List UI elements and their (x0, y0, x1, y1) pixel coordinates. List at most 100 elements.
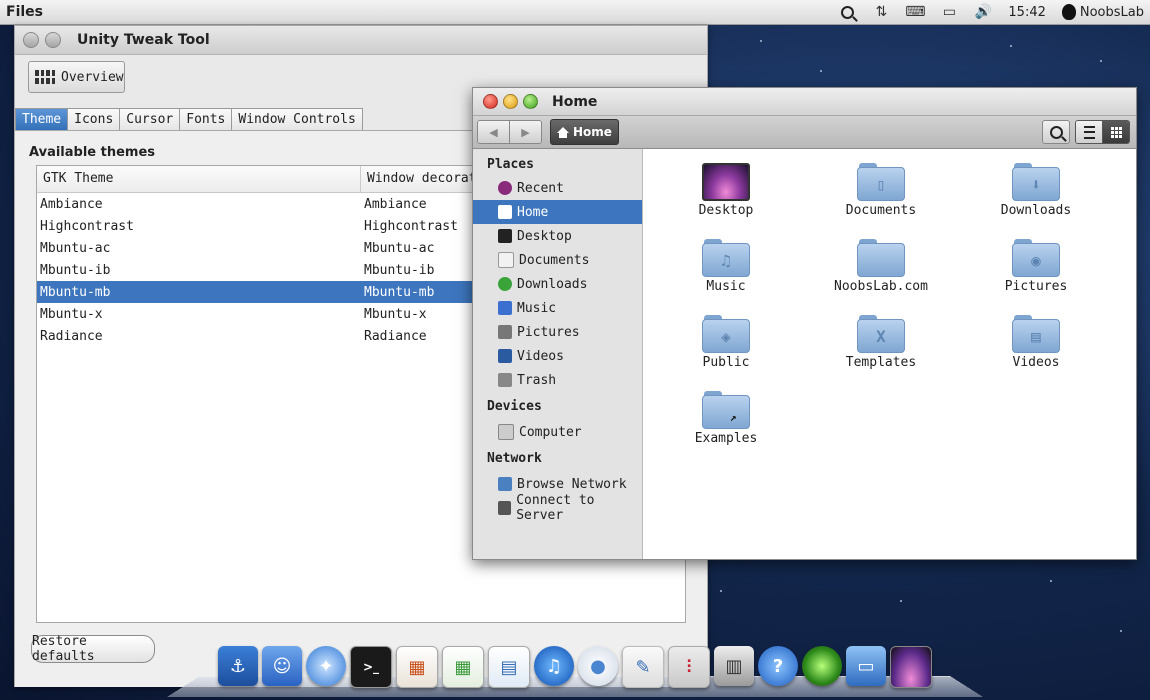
apple-icon (1061, 4, 1076, 20)
finder-window-icon[interactable]: ▭ (846, 646, 886, 686)
sidebar-item-pictures[interactable]: Pictures (473, 320, 642, 344)
pictures-folder-icon: ◉ (1012, 239, 1060, 277)
sidebar-item-label: Computer (519, 424, 582, 440)
sidebar-item-downloads[interactable]: Downloads (473, 272, 642, 296)
file-manager-toolbar: ◀ ▶ Home (473, 115, 1136, 149)
sidebar-item-videos[interactable]: Videos (473, 344, 642, 368)
file-item-pictures[interactable]: ◉ Pictures (961, 239, 1111, 294)
file-item-music[interactable]: ♫ Music (651, 239, 801, 294)
window-title: Home (552, 93, 598, 110)
videos-folder-icon: ▤ (1012, 315, 1060, 353)
volume-icon[interactable]: 🔊 (974, 4, 992, 20)
desktop-folder-icon (702, 163, 750, 201)
templates-folder-icon: X (857, 315, 905, 353)
file-label: Pictures (1004, 279, 1068, 294)
battery-icon[interactable]: ▭ (940, 4, 958, 20)
texteditor-icon[interactable]: ✎ (622, 646, 664, 688)
safari-icon[interactable]: ✦ (306, 646, 346, 686)
forward-arrow-icon: ▶ (521, 125, 530, 139)
search-icon[interactable] (838, 4, 856, 20)
file-item-desktop[interactable]: Desktop (651, 163, 801, 218)
photos-icon[interactable] (890, 646, 932, 688)
file-item-noobslab[interactable]: NoobsLab.com (806, 239, 956, 294)
back-button[interactable]: ◀ (478, 121, 509, 143)
trash-icon[interactable]: ▥ (714, 646, 754, 686)
clock[interactable]: 15:42 (1008, 5, 1045, 20)
list-view-button[interactable] (1076, 121, 1102, 143)
file-item-downloads[interactable]: ⬇ Downloads (961, 163, 1111, 218)
sidebar-item-desktop[interactable]: Desktop (473, 224, 642, 248)
close-icon[interactable] (483, 94, 498, 109)
file-manager-titlebar[interactable]: Home (473, 88, 1136, 115)
network-icon[interactable]: ⇅ (872, 4, 890, 20)
tweak-tool-titlebar[interactable]: Unity Tweak Tool (15, 26, 707, 55)
impress-icon[interactable]: ▦ (396, 646, 438, 688)
sidebar-item-trash[interactable]: Trash (473, 368, 642, 392)
trash-icon (498, 373, 512, 387)
help-icon[interactable]: ? (758, 646, 798, 686)
keyboard-icon[interactable]: ⌨ (905, 4, 925, 20)
sidebar-item-music[interactable]: Music (473, 296, 642, 320)
file-item-documents[interactable]: ▯ Documents (806, 163, 956, 218)
forward-button[interactable]: ▶ (509, 121, 541, 143)
tab-fonts[interactable]: Fonts (179, 108, 233, 132)
user-menu[interactable]: NoobsLab (1061, 4, 1144, 20)
sidebar-section-devices: Devices (487, 398, 542, 414)
calc-icon[interactable]: ▦ (442, 646, 484, 688)
back-arrow-icon: ◀ (489, 125, 498, 139)
breadcrumb-home[interactable]: Home (550, 119, 619, 145)
folder-icon (857, 239, 905, 277)
sidebar-item-documents[interactable]: Documents (473, 248, 642, 272)
sidebar: Places Recent Home Desktop Documents Dow… (473, 149, 643, 559)
restore-defaults-button[interactable]: Restore defaults (31, 634, 155, 664)
search-button[interactable] (1042, 120, 1070, 144)
sidebar-section-places: Places (487, 156, 534, 172)
column-gtk-theme[interactable]: GTK Theme (37, 166, 361, 192)
sidebar-item-computer[interactable]: Computer (473, 420, 642, 444)
tab-icons[interactable]: Icons (67, 108, 121, 132)
sidebar-item-label: Documents (519, 252, 590, 268)
minimize-icon[interactable] (503, 94, 518, 109)
chat-icon[interactable]: ● (578, 646, 618, 686)
music-folder-icon: ♫ (702, 239, 750, 277)
film-icon (498, 349, 512, 363)
file-label: Templates (845, 355, 917, 370)
active-app-name: Files (6, 4, 43, 20)
star (720, 590, 722, 592)
overview-button[interactable]: Overview (28, 61, 125, 93)
file-item-public[interactable]: ◈ Public (651, 315, 801, 370)
computer-icon (498, 424, 514, 440)
sidebar-item-label: Trash (517, 372, 557, 388)
maximize-icon[interactable] (523, 94, 538, 109)
sidebar-item-connect-server[interactable]: Connect to Server (473, 493, 642, 523)
files-area: Desktop ▯ Documents ⬇ Downloads ♫ Music … (643, 149, 1136, 559)
gtk-theme-cell: Mbuntu-ib (40, 262, 111, 278)
file-item-templates[interactable]: X Templates (806, 315, 956, 370)
sidebar-section-network: Network (487, 450, 542, 466)
finder-icon[interactable]: ☺ (262, 646, 302, 686)
grid-view-button[interactable] (1102, 121, 1129, 143)
sidebar-item-label: Music (517, 300, 557, 316)
gtk-theme-cell: Ambiance (40, 196, 103, 212)
file-item-videos[interactable]: ▤ Videos (961, 315, 1111, 370)
itunes-icon[interactable]: ♫ (534, 646, 574, 686)
minimize-icon[interactable] (45, 32, 61, 48)
writer-icon[interactable]: ▤ (488, 646, 530, 688)
anchor-icon[interactable]: ⚓ (218, 646, 258, 686)
file-label: Examples (694, 431, 758, 446)
sidebar-item-home[interactable]: Home (473, 200, 642, 224)
nav-buttons: ◀ ▶ (477, 120, 542, 144)
file-item-examples[interactable]: ↗ Examples (651, 391, 801, 446)
star (820, 70, 822, 72)
close-icon[interactable] (23, 32, 39, 48)
tab-theme[interactable]: Theme (15, 108, 69, 132)
green-orb-icon[interactable] (802, 646, 842, 686)
sidebar-item-label: Pictures (517, 324, 580, 340)
sidebar-item-recent[interactable]: Recent (473, 176, 642, 200)
tab-cursor[interactable]: Cursor (119, 108, 181, 132)
mixer-icon[interactable]: ⫶ (668, 646, 710, 688)
star (760, 40, 762, 42)
tab-window-controls[interactable]: Window Controls (231, 108, 363, 132)
tweak-tabs: Theme Icons Cursor Fonts Window Controls (15, 108, 363, 132)
terminal-icon[interactable]: >_ (350, 646, 392, 688)
